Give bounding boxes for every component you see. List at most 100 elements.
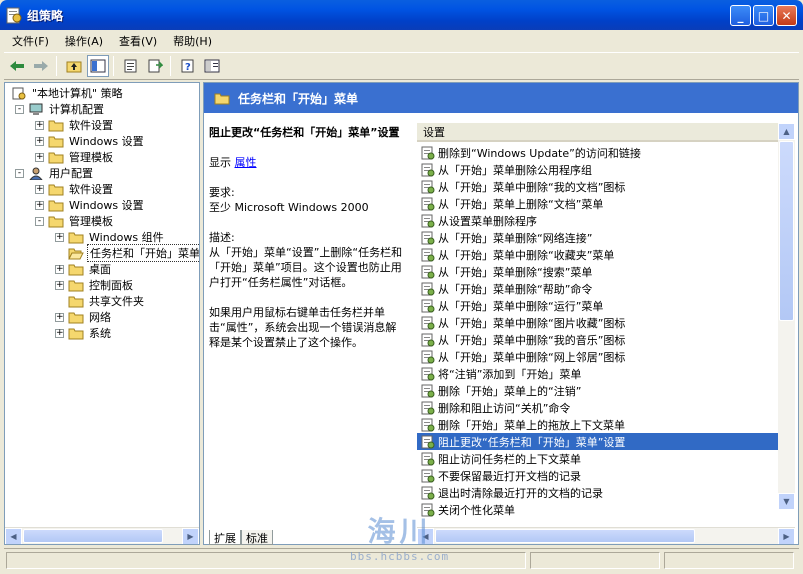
expand-icon[interactable]: + [35, 152, 44, 162]
expand-icon[interactable]: + [55, 280, 64, 290]
menu-action[interactable]: 操作(A) [57, 33, 111, 49]
close-icon: ✕ [781, 8, 792, 23]
setting-icon [421, 418, 435, 431]
tree-item[interactable]: 任务栏和「开始」菜单 [55, 244, 199, 262]
list-item[interactable]: 关闭个性化菜单 [417, 501, 779, 518]
expand-icon[interactable]: + [55, 328, 64, 338]
scroll-right-button[interactable]: ▶ [182, 528, 199, 544]
minimize-icon: _ [737, 8, 744, 23]
list-item[interactable]: 从「开始」菜单删除“帮助”命令 [417, 280, 779, 297]
list-item[interactable]: 从「开始」菜单中删除“运行”菜单 [417, 297, 779, 314]
list-scroll-thumb[interactable] [779, 141, 794, 321]
extended-view-icon [204, 59, 220, 73]
folder-icon [68, 280, 84, 291]
title-bar[interactable]: 组策略 _ □ ✕ [0, 0, 803, 30]
tree-item[interactable]: - 用户配置 [15, 165, 95, 181]
tab-standard[interactable]: 标准 [241, 530, 273, 545]
back-button[interactable] [6, 55, 28, 77]
tree-scroll-thumb[interactable] [23, 529, 163, 543]
list-hscroll-thumb[interactable] [435, 529, 695, 543]
list-item[interactable]: 删除到“Windows Update”的访问和链接 [417, 144, 779, 161]
tree-item[interactable]: + Windows 设置 [35, 197, 146, 213]
minimize-button[interactable]: _ [730, 5, 751, 26]
list-item[interactable]: 删除和阻止访问“关机”命令 [417, 399, 779, 416]
tree-item[interactable]: 共享文件夹 [55, 293, 146, 309]
tree-item[interactable]: - 管理模板 [35, 213, 115, 229]
collapse-icon[interactable]: - [35, 216, 44, 226]
tree-item[interactable]: - 计算机配置 [15, 101, 106, 117]
tree-pane[interactable]: "本地计算机" 策略 - 计算机配置 + 软件设置 + Windows 设置 + 管理模板 - 用户… [4, 82, 200, 545]
show-tree-button[interactable] [87, 55, 109, 77]
menu-view[interactable]: 查看(V) [111, 33, 165, 49]
expand-icon[interactable]: + [35, 136, 44, 146]
view-tabs: 扩展 标准 [209, 530, 273, 546]
scroll-left-button[interactable]: ◀ [5, 528, 22, 544]
list-item[interactable]: 从「开始」菜单上删除“文档”菜单 [417, 195, 779, 212]
list-item[interactable]: 从「开始」菜单中删除“我的文档”图标 [417, 178, 779, 195]
status-segment-3 [664, 552, 794, 569]
list-item[interactable]: 从「开始」菜单中删除“收藏夹”菜单 [417, 246, 779, 263]
tab-extended[interactable]: 扩展 [209, 530, 241, 545]
tree-item[interactable]: + 管理模板 [35, 149, 115, 165]
list-item[interactable]: 将“注销”添加到「开始」菜单 [417, 365, 779, 382]
list-item[interactable]: 从设置菜单删除程序 [417, 212, 779, 229]
tree-item[interactable]: + 控制面板 [55, 277, 135, 293]
maximize-button[interactable]: □ [753, 5, 774, 26]
list-item[interactable]: 从「开始」菜单中删除“网上邻居”图标 [417, 348, 779, 365]
tree-item[interactable]: "本地计算机" 策略 [11, 85, 125, 101]
help-button[interactable]: ? [177, 55, 199, 77]
collapse-icon[interactable]: - [15, 168, 24, 178]
properties-button[interactable] [120, 55, 142, 77]
list-item[interactable]: 从「开始」菜单删除公用程序组 [417, 161, 779, 178]
list-item[interactable]: 删除「开始」菜单上的拖放上下文菜单 [417, 416, 779, 433]
forward-button[interactable] [30, 55, 52, 77]
tree-item[interactable]: + Windows 组件 [55, 229, 166, 245]
expand-icon[interactable]: + [55, 232, 64, 242]
list-item[interactable]: 退出时清除最近打开的文档的记录 [417, 484, 779, 501]
list-item[interactable]: 从「开始」菜单删除“搜索”菜单 [417, 263, 779, 280]
expand-icon[interactable]: + [35, 120, 44, 130]
column-header-setting[interactable]: 设置 [417, 123, 779, 142]
tree-horizontal-scrollbar[interactable]: ◀ ▶ [5, 527, 199, 544]
list-scroll-left-button[interactable]: ◀ [417, 528, 434, 544]
extended-view-button[interactable] [201, 55, 223, 77]
properties-link[interactable]: 属性 [235, 156, 257, 169]
list-scroll-right-button[interactable]: ▶ [778, 528, 795, 544]
close-button[interactable]: ✕ [776, 5, 797, 26]
menu-file[interactable]: 文件(F) [4, 33, 57, 49]
list-item[interactable]: 从「开始」菜单中删除“我的音乐”图标 [417, 331, 779, 348]
scroll-down-button[interactable]: ▼ [778, 493, 795, 510]
list-item[interactable]: 从「开始」菜单中删除“图片收藏”图标 [417, 314, 779, 331]
menu-help[interactable]: 帮助(H) [165, 33, 220, 49]
tree-item[interactable]: + 软件设置 [35, 117, 115, 133]
expand-icon[interactable]: + [55, 264, 64, 274]
list-item-label: 删除「开始」菜单上的拖放上下文菜单 [438, 418, 625, 432]
list-vertical-scrollbar[interactable]: ▲ ▼ [778, 123, 795, 510]
list-horizontal-scrollbar[interactable]: ◀ ▶ [417, 527, 795, 544]
expand-icon[interactable]: + [35, 200, 44, 210]
tree-item[interactable]: + Windows 设置 [35, 133, 146, 149]
up-button[interactable] [63, 55, 85, 77]
list-item[interactable]: 阻止访问任务栏的上下文菜单 [417, 450, 779, 467]
list-item[interactable]: 不要保留最近打开文档的记录 [417, 467, 779, 484]
list-item-label: 退出时清除最近打开的文档的记录 [438, 486, 603, 500]
setting-icon [421, 316, 435, 329]
collapse-icon[interactable]: - [15, 104, 24, 114]
tree-item[interactable]: + 桌面 [55, 261, 113, 277]
setting-icon [421, 503, 435, 516]
tree-item[interactable]: + 软件设置 [35, 181, 115, 197]
tree-item[interactable]: + 网络 [55, 309, 113, 325]
list-item[interactable]: 阻止更改“任务栏和「开始」菜单”设置 [417, 433, 779, 450]
up-folder-icon [66, 61, 82, 73]
export-button[interactable] [144, 55, 166, 77]
scroll-up-button[interactable]: ▲ [778, 123, 795, 140]
tree-item-label: Windows 组件 [89, 231, 164, 244]
tree-item[interactable]: + 系统 [55, 325, 113, 341]
settings-list[interactable]: 设置 删除到“Windows Update”的访问和链接 从「开始」菜单删除公用程… [417, 123, 795, 527]
list-item[interactable]: 删除「开始」菜单上的“注销” [417, 382, 779, 399]
expand-icon[interactable]: + [35, 184, 44, 194]
setting-icon [421, 282, 435, 295]
expand-icon[interactable]: + [55, 312, 64, 322]
list-item[interactable]: 从「开始」菜单删除“网络连接” [417, 229, 779, 246]
setting-icon [421, 299, 435, 312]
